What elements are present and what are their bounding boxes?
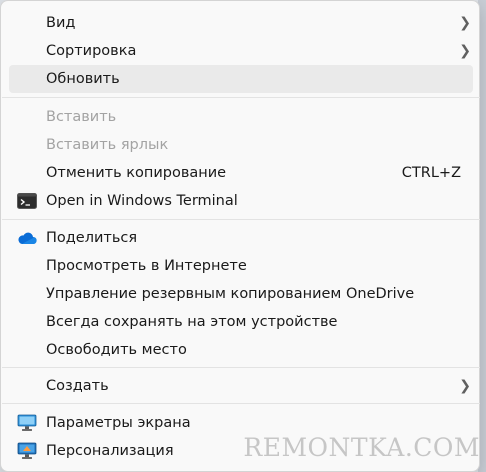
menu-item-paste-shortcut[interactable]: Вставить ярлык — [9, 131, 473, 159]
menu-item-undo-copy[interactable]: Отменить копирование CTRL+Z — [9, 159, 473, 187]
menu-item-always-keep[interactable]: Всегда сохранять на этом устройстве — [9, 308, 473, 336]
menu-item-refresh-label: Обновить — [46, 71, 120, 87]
menu-item-free-space[interactable]: Освободить место — [9, 336, 473, 364]
menu-separator — [2, 219, 480, 220]
menu-item-free-space-label: Освободить место — [46, 342, 187, 358]
menu-item-create-label: Создать — [46, 378, 109, 394]
personalize-icon — [17, 442, 37, 460]
menu-separator — [2, 367, 480, 368]
menu-item-create[interactable]: Создать ❯ — [9, 372, 473, 400]
menu-item-sort[interactable]: Сортировка ❯ — [9, 37, 473, 65]
menu-item-display-settings-label: Параметры экрана — [46, 415, 191, 431]
display-settings-icon — [17, 414, 37, 432]
menu-item-view-online-label: Просмотреть в Интернете — [46, 258, 247, 274]
menu-item-open-terminal-label: Open in Windows Terminal — [46, 193, 238, 209]
keyboard-shortcut: CTRL+Z — [401, 165, 461, 181]
menu-item-undo-copy-label: Отменить копирование — [46, 165, 227, 181]
chevron-right-icon: ❯ — [459, 43, 471, 59]
menu-item-manage-backup[interactable]: Управление резервным копированием OneDri… — [9, 280, 473, 308]
chevron-right-icon: ❯ — [459, 378, 471, 394]
watermark: REMONTKA.COM — [243, 433, 480, 462]
menu-item-personalize-label: Персонализация — [46, 443, 174, 459]
desktop-context-menu: Вид ❯ Сортировка ❯ Обновить Вставить Вст… — [0, 0, 480, 472]
menu-item-share[interactable]: Поделиться — [9, 224, 473, 252]
menu-item-refresh[interactable]: Обновить — [9, 65, 473, 93]
onedrive-cloud-icon — [17, 231, 37, 245]
menu-item-view-label: Вид — [46, 15, 76, 31]
menu-item-paste-shortcut-label: Вставить ярлык — [46, 137, 169, 153]
menu-item-view[interactable]: Вид ❯ — [9, 9, 473, 37]
chevron-right-icon: ❯ — [459, 15, 471, 31]
menu-item-open-terminal[interactable]: Open in Windows Terminal — [9, 187, 473, 215]
menu-item-share-label: Поделиться — [46, 230, 138, 246]
menu-item-paste[interactable]: Вставить — [9, 103, 473, 131]
menu-item-manage-backup-label: Управление резервным копированием OneDri… — [46, 286, 415, 302]
terminal-icon — [17, 193, 37, 209]
menu-item-view-online[interactable]: Просмотреть в Интернете — [9, 252, 473, 280]
menu-separator — [2, 97, 480, 98]
menu-separator — [2, 403, 480, 404]
menu-item-always-keep-label: Всегда сохранять на этом устройстве — [46, 314, 338, 330]
menu-item-paste-label: Вставить — [46, 109, 117, 125]
menu-item-sort-label: Сортировка — [46, 43, 137, 59]
